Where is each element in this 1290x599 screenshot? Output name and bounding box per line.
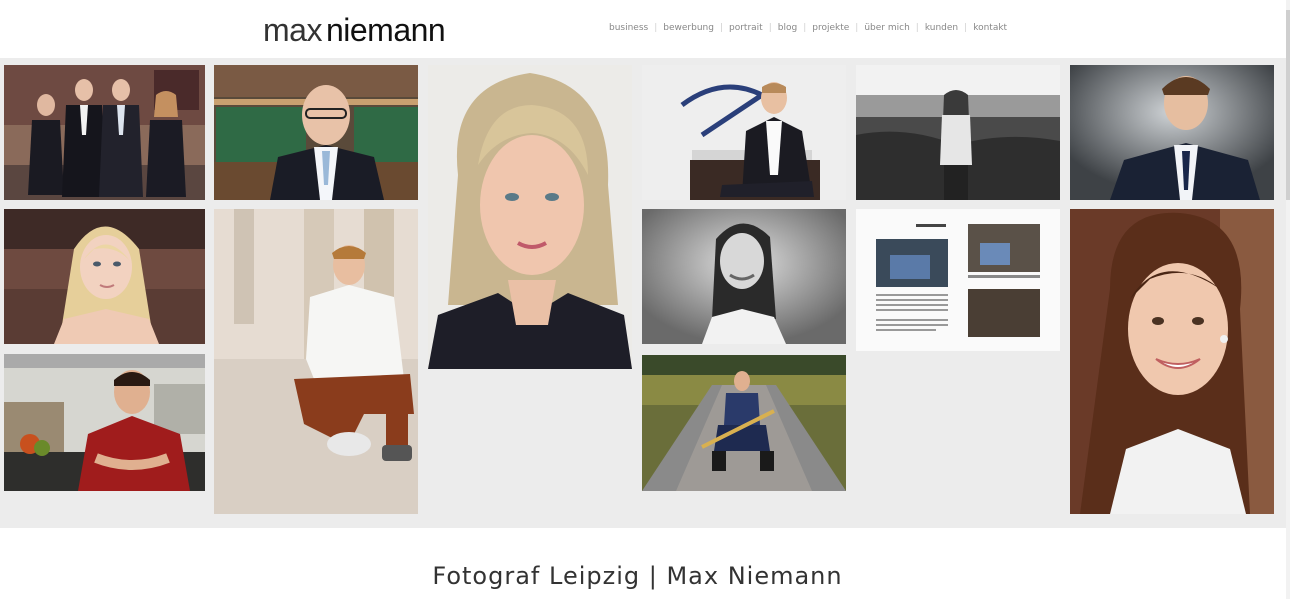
main-nav: business | bewerbung | portrait | blog | pro… xyxy=(603,23,1013,33)
nav-kunden[interactable]: kunden xyxy=(919,23,964,33)
photo-gallery xyxy=(0,58,1287,528)
photo-man-armchair[interactable] xyxy=(642,65,846,200)
photo-young-woman-blonde[interactable] xyxy=(4,209,205,344)
photo-magazine-spread[interactable] xyxy=(856,209,1060,351)
photo-woman-smiling-bw[interactable] xyxy=(642,209,846,344)
site-footer: Fotograf Leipzig | Max Niemann xyxy=(0,528,1290,599)
nav-portrait[interactable]: portrait xyxy=(723,23,769,33)
photo-brunette-woman-smiling[interactable] xyxy=(1070,209,1274,514)
nav-projekte[interactable]: projekte xyxy=(806,23,855,33)
nav-blog[interactable]: blog xyxy=(772,23,803,33)
site-header: max niemann business | bewerbung | portrait… xyxy=(0,0,1290,58)
nav-business[interactable]: business xyxy=(603,23,654,33)
photo-business-team[interactable] xyxy=(4,65,205,200)
page-scrollbar[interactable] xyxy=(1286,0,1290,599)
nav-kontakt[interactable]: kontakt xyxy=(967,23,1013,33)
photo-trumpet-player-road[interactable] xyxy=(642,355,846,491)
nav-ueber-mich[interactable]: über mich xyxy=(858,23,915,33)
photo-young-man-suit[interactable] xyxy=(1070,65,1274,200)
site-logo[interactable]: max niemann xyxy=(263,10,446,50)
logo-part-niemann: niemann xyxy=(325,12,446,48)
photo-blonde-woman-portrait[interactable] xyxy=(428,65,632,369)
photo-young-man-sitting[interactable] xyxy=(214,209,418,514)
page-tagline: Fotograf Leipzig | Max Niemann xyxy=(432,562,843,590)
photo-chef-kitchen[interactable] xyxy=(4,354,205,491)
photo-man-library[interactable] xyxy=(214,65,418,200)
logo-part-max: max xyxy=(263,12,322,48)
photo-woman-field-bw[interactable] xyxy=(856,65,1060,200)
scrollbar-thumb[interactable] xyxy=(1286,10,1290,200)
nav-bewerbung[interactable]: bewerbung xyxy=(657,23,720,33)
